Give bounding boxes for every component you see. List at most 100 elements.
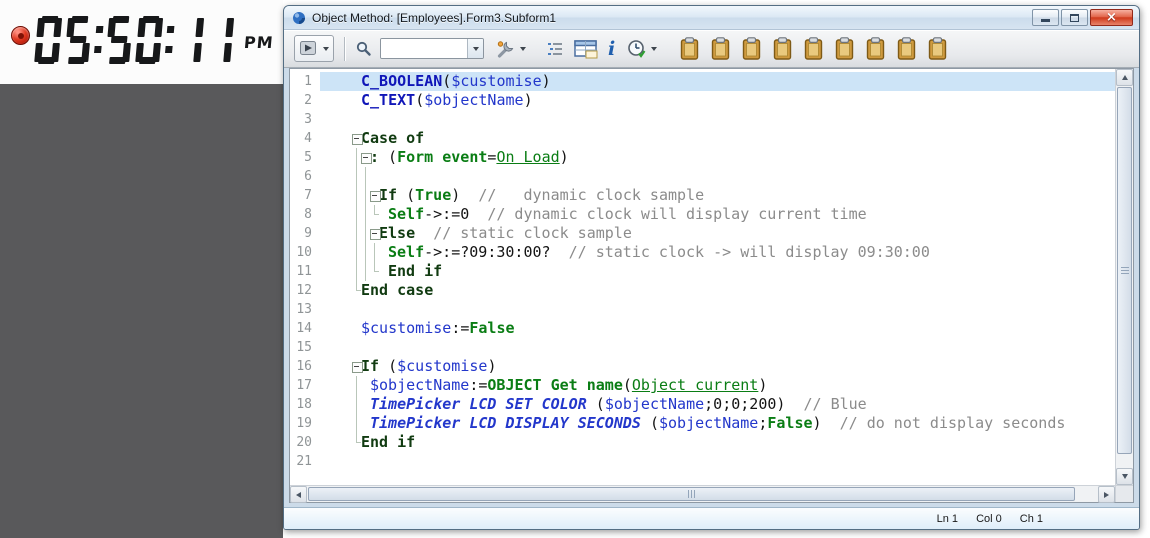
code-line-body[interactable]: $objectName:=OBJECT Get name(Object curr… <box>320 376 1115 395</box>
clipboard-3-button[interactable] <box>741 37 762 61</box>
tools-button[interactable] <box>492 35 530 62</box>
code-token: // Blue <box>804 395 867 413</box>
vertical-scrollbar[interactable] <box>1115 69 1133 485</box>
clipboard-2-button[interactable] <box>710 37 731 61</box>
table-view-button[interactable] <box>574 39 598 59</box>
close-button[interactable]: × <box>1090 9 1133 26</box>
toolbar-separator <box>344 37 345 61</box>
maximize-button[interactable] <box>1061 9 1088 26</box>
record-indicator-icon <box>11 26 30 45</box>
code-line-body[interactable] <box>320 167 1115 186</box>
code-line-17[interactable]: 17$objectName:=OBJECT Get name(Object cu… <box>290 376 1115 395</box>
code-line-6[interactable]: 6 <box>290 167 1115 186</box>
code-editor[interactable]: 1C_BOOLEAN($customise)2C_TEXT($objectNam… <box>290 69 1115 485</box>
scroll-right-button[interactable] <box>1098 486 1115 503</box>
run-method-button[interactable] <box>294 35 334 62</box>
code-line-20[interactable]: 20End if <box>290 433 1115 452</box>
thumb-grip-icon <box>1121 267 1129 274</box>
search-input[interactable] <box>381 39 467 58</box>
code-token: ( <box>379 357 397 375</box>
indent-space <box>352 319 361 338</box>
fold-toggle-icon[interactable] <box>370 224 379 243</box>
code-token: True <box>415 186 451 204</box>
code-line-9[interactable]: 9Else // static clock sample <box>290 224 1115 243</box>
fold-toggle-icon[interactable] <box>361 148 370 167</box>
code-line-2[interactable]: 2C_TEXT($objectName) <box>290 91 1115 110</box>
fold-toggle-icon[interactable] <box>370 186 379 205</box>
code-line-body[interactable]: If ($customise) <box>320 357 1115 376</box>
window-icon[interactable] <box>292 11 306 25</box>
code-line-11[interactable]: 11End if <box>290 262 1115 281</box>
minimize-button[interactable] <box>1032 9 1059 26</box>
fold-guide-line <box>361 186 370 205</box>
fold-toggle-icon[interactable] <box>352 129 361 148</box>
code-line-12[interactable]: 12End case <box>290 281 1115 300</box>
code-line-body[interactable]: $customise:=False <box>320 319 1115 338</box>
code-line-14[interactable]: 14$customise:=False <box>290 319 1115 338</box>
code-line-body[interactable]: If (True) // dynamic clock sample <box>320 186 1115 205</box>
clipboard-1-button[interactable] <box>679 37 700 61</box>
code-line-15[interactable]: 15 <box>290 338 1115 357</box>
vertical-scroll-track[interactable] <box>1116 86 1133 468</box>
method-outline-button[interactable] <box>546 40 564 58</box>
search-icon <box>355 40 372 57</box>
code-line-body[interactable]: Self->:=?09:30:00? // static clock -> wi… <box>320 243 1115 262</box>
window-titlebar[interactable]: Object Method: [Employees].Form3.Subform… <box>284 6 1139 30</box>
code-line-body[interactable] <box>320 452 1115 471</box>
vertical-scroll-thumb[interactable] <box>1117 87 1132 454</box>
clipboard-7-button[interactable] <box>865 37 886 61</box>
code-line-body[interactable]: Self->:=0 // dynamic clock will display … <box>320 205 1115 224</box>
search-dropdown-button[interactable] <box>467 39 483 58</box>
code-line-body[interactable]: Else // static clock sample <box>320 224 1115 243</box>
macros-button[interactable] <box>623 35 661 62</box>
line-number: 13 <box>290 300 320 319</box>
code-line-body[interactable]: End if <box>320 262 1115 281</box>
code-line-body[interactable]: : (Form event=On Load) <box>320 148 1115 167</box>
clipboard-9-button[interactable] <box>927 37 948 61</box>
code-line-body[interactable]: C_TEXT($objectName) <box>320 91 1115 110</box>
clipboard-8-button[interactable] <box>896 37 917 61</box>
line-number: 5 <box>290 148 320 167</box>
fold-guide-line <box>352 205 361 224</box>
code-line-body[interactable]: C_BOOLEAN($customise) <box>320 72 1115 91</box>
code-line-body[interactable]: Case of <box>320 129 1115 148</box>
scroll-up-button[interactable] <box>1116 69 1133 86</box>
code-line-10[interactable]: 10Self->:=?09:30:00? // static clock -> … <box>290 243 1115 262</box>
horizontal-scroll-thumb[interactable] <box>308 487 1075 501</box>
code-line-19[interactable]: 19TimePicker LCD DISPLAY SECONDS ($objec… <box>290 414 1115 433</box>
fold-guide-line <box>361 205 370 224</box>
code-line-18[interactable]: 18TimePicker LCD SET COLOR ($objectName;… <box>290 395 1115 414</box>
horizontal-scrollbar[interactable] <box>290 486 1115 502</box>
line-number: 2 <box>290 91 320 110</box>
code-line-16[interactable]: 16If ($customise) <box>290 357 1115 376</box>
code-line-5[interactable]: 5: (Form event=On Load) <box>290 148 1115 167</box>
code-line-body[interactable] <box>320 110 1115 129</box>
indent-space <box>343 281 352 300</box>
scroll-left-button[interactable] <box>290 486 307 503</box>
code-line-3[interactable]: 3 <box>290 110 1115 129</box>
code-line-body[interactable] <box>320 300 1115 319</box>
code-line-body[interactable]: End case <box>320 281 1115 300</box>
info-button[interactable]: i <box>608 42 615 56</box>
indent-space <box>343 186 352 205</box>
code-line-body[interactable]: TimePicker LCD DISPLAY SECONDS ($objectN… <box>320 414 1115 433</box>
code-line-13[interactable]: 13 <box>290 300 1115 319</box>
search-combobox[interactable] <box>380 38 484 59</box>
code-line-body[interactable]: End if <box>320 433 1115 452</box>
clipboard-6-button[interactable] <box>834 37 855 61</box>
code-line-7[interactable]: 7If (True) // dynamic clock sample <box>290 186 1115 205</box>
code-line-4[interactable]: 4Case of <box>290 129 1115 148</box>
code-token: := <box>451 319 469 337</box>
clipboard-5-button[interactable] <box>803 37 824 61</box>
scroll-down-button[interactable] <box>1116 468 1133 485</box>
fold-toggle-icon[interactable] <box>352 357 361 376</box>
fold-guide-line <box>361 262 370 281</box>
code-line-body[interactable]: TimePicker LCD SET COLOR ($objectName;0;… <box>320 395 1115 414</box>
horizontal-scroll-track[interactable] <box>307 486 1098 502</box>
code-line-8[interactable]: 8Self->:=0 // dynamic clock will display… <box>290 205 1115 224</box>
code-line-21[interactable]: 21 <box>290 452 1115 471</box>
code-line-1[interactable]: 1C_BOOLEAN($customise) <box>290 72 1115 91</box>
code-line-body[interactable] <box>320 338 1115 357</box>
code-token: ) <box>487 357 496 375</box>
clipboard-4-button[interactable] <box>772 37 793 61</box>
